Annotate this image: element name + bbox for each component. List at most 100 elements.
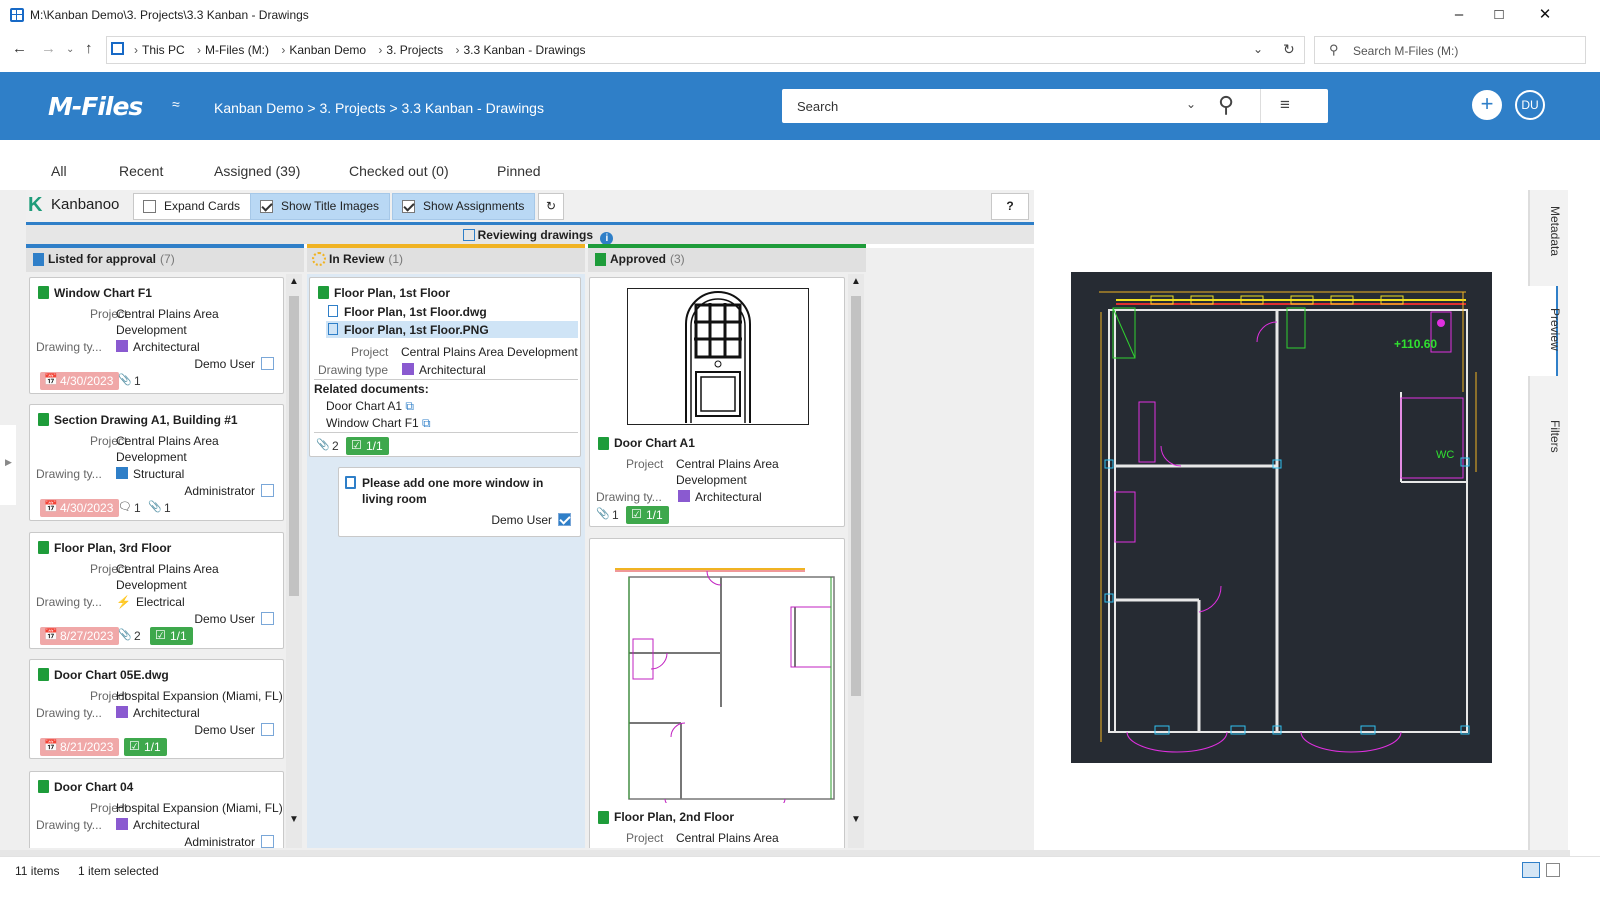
related-doc-link[interactable]: Window Chart F1 ⧉ bbox=[326, 416, 431, 431]
crumb-kanban-demo[interactable]: Kanban Demo bbox=[289, 43, 366, 57]
back-icon[interactable]: ← bbox=[12, 40, 27, 57]
assignment-checkbox[interactable] bbox=[261, 612, 274, 625]
scroll-down-icon[interactable]: ▼ bbox=[289, 814, 299, 825]
checklist-badge: ☑ 1/1 bbox=[626, 506, 669, 524]
checklist-badge: ☑ 1/1 bbox=[150, 627, 193, 645]
recent-locations-icon[interactable]: ⌄ bbox=[66, 44, 74, 55]
column-approved[interactable]: Approved (3) bbox=[588, 248, 866, 272]
architectural-icon bbox=[116, 706, 128, 718]
swimlane-title: Reviewing drawings bbox=[477, 228, 593, 242]
tab-all[interactable]: All bbox=[51, 163, 67, 179]
document-icon bbox=[598, 437, 609, 450]
related-doc-link[interactable]: Door Chart A1 ⧉ bbox=[326, 399, 414, 414]
assignment-checkbox[interactable] bbox=[261, 835, 274, 848]
assignment-checkbox[interactable] bbox=[558, 513, 571, 526]
maximize-button[interactable]: □ bbox=[1476, 0, 1522, 32]
assignment-checkbox[interactable] bbox=[261, 484, 274, 497]
scroll-thumb[interactable] bbox=[851, 296, 861, 696]
advanced-search-icon[interactable]: ≡ bbox=[1280, 95, 1290, 115]
scroll-up-icon[interactable]: ▲ bbox=[851, 276, 861, 287]
tab-checked-out[interactable]: Checked out (0) bbox=[349, 163, 449, 179]
search-dropdown-icon[interactable]: ⌄ bbox=[1186, 97, 1196, 111]
cad-elevation-label: +110.60 bbox=[1394, 337, 1437, 351]
forward-icon[interactable]: → bbox=[41, 40, 56, 57]
crumb-this-pc[interactable]: This PC bbox=[142, 43, 185, 57]
tab-assigned[interactable]: Assigned (39) bbox=[214, 163, 300, 179]
close-button[interactable]: ✕ bbox=[1522, 0, 1568, 32]
architectural-icon bbox=[116, 818, 128, 830]
user-avatar[interactable]: DU bbox=[1515, 90, 1545, 120]
scroll-up-icon[interactable]: ▲ bbox=[289, 276, 299, 287]
card-door-chart-04[interactable]: Door Chart 04 Project Hospital Expansion… bbox=[29, 771, 284, 848]
show-assignments-toggle[interactable]: Show Assignments bbox=[392, 193, 536, 220]
crumb-drawings[interactable]: 3.3 Kanban - Drawings bbox=[463, 43, 585, 57]
document-icon bbox=[38, 541, 49, 554]
crumb-mfiles[interactable]: M-Files (M:) bbox=[205, 43, 269, 57]
mfiles-search[interactable]: Search ⌄ ⚲ ≡ bbox=[782, 89, 1328, 123]
card-floor-plan-2nd[interactable]: Floor Plan, 2nd Floor Project Central Pl… bbox=[589, 538, 845, 848]
show-title-images-toggle[interactable]: Show Title Images bbox=[250, 193, 391, 220]
assignment-checkbox[interactable] bbox=[261, 723, 274, 736]
divider bbox=[314, 379, 578, 380]
attachment-badge: 📎 1 bbox=[118, 374, 141, 388]
explorer-search-box[interactable]: ⚲ Search M-Files (M:) bbox=[1314, 36, 1586, 64]
tab-preview[interactable]: Preview bbox=[1530, 308, 1562, 368]
address-bar[interactable]: › This PC › M-Files (M:) › Kanban Demo › 3. … bbox=[106, 36, 1305, 64]
mfiles-search-placeholder: Search bbox=[797, 99, 839, 114]
refresh-icon[interactable]: ↻ bbox=[1283, 41, 1295, 58]
comment-icon: 🗨 bbox=[118, 501, 132, 513]
up-icon[interactable]: ↑ bbox=[85, 40, 93, 57]
card-floor-plan-1st[interactable]: Floor Plan, 1st Floor Floor Plan, 1st Fl… bbox=[309, 277, 581, 457]
assignment-checkbox[interactable] bbox=[261, 357, 274, 370]
show-assignments-checkbox[interactable] bbox=[402, 200, 415, 213]
left-pane-toggle[interactable]: ▶ bbox=[0, 425, 16, 505]
project-value: Central Plains Area bbox=[676, 831, 779, 845]
project-value-cont: Development bbox=[116, 578, 187, 592]
search-icon[interactable]: ⚲ bbox=[1218, 92, 1234, 118]
attachment-badge: 📎 2 bbox=[118, 629, 141, 643]
paperclip-icon: 📎 bbox=[316, 439, 330, 451]
expand-cards-checkbox[interactable] bbox=[143, 200, 156, 213]
tab-recent[interactable]: Recent bbox=[119, 163, 163, 179]
chevron-right-icon: ▶ bbox=[5, 457, 12, 467]
card-window-chart-f1[interactable]: Window Chart F1 Project Central Plains A… bbox=[29, 277, 284, 394]
card-floor-plan-3rd[interactable]: Floor Plan, 3rd Floor Project Central Pl… bbox=[29, 532, 284, 649]
expand-cards-toggle[interactable]: Expand Cards bbox=[133, 193, 252, 220]
column-listed-for-approval[interactable]: Listed for approval (7) bbox=[26, 248, 304, 272]
drawing-type-label: Drawing ty... bbox=[36, 818, 102, 832]
column-scrollbar[interactable]: ▲ ▼ bbox=[848, 274, 864, 848]
column-approved-body: Door Chart A1 Project Central Plains Are… bbox=[588, 274, 866, 848]
deadline-badge: 📅 4/30/2023 bbox=[40, 499, 120, 517]
column-in-review[interactable]: In Review (1) bbox=[307, 248, 585, 272]
tab-metadata[interactable]: Metadata bbox=[1530, 206, 1562, 276]
card-door-chart-05e[interactable]: Door Chart 05E.dwg Project Hospital Expa… bbox=[29, 659, 284, 759]
refresh-board-icon[interactable]: ↻ bbox=[538, 193, 565, 220]
header-path: Kanban Demo > 3. Projects > 3.3 Kanban -… bbox=[214, 100, 544, 116]
selection-count: 1 item selected bbox=[78, 864, 159, 878]
project-value-cont: Development bbox=[116, 323, 187, 337]
crumb-projects[interactable]: 3. Projects bbox=[386, 43, 443, 57]
card-section-drawing-a1[interactable]: Section Drawing A1, Building #1 Project … bbox=[29, 404, 284, 521]
create-new-icon[interactable]: + bbox=[1472, 90, 1502, 120]
kanban-area: ▶ K Kanbanoo Expand Cards Show Title Ima… bbox=[0, 190, 1058, 880]
show-title-images-checkbox[interactable] bbox=[260, 200, 273, 213]
address-dropdown-icon[interactable]: ⌄ bbox=[1253, 42, 1263, 56]
column-scrollbar[interactable]: ▲ ▼ bbox=[286, 274, 302, 848]
cad-floor-plan-preview[interactable]: +110.60 WC bbox=[1071, 272, 1492, 763]
tab-filters[interactable]: Filters bbox=[1530, 420, 1562, 470]
external-link-icon: ⧉ bbox=[422, 416, 431, 430]
assignment-card[interactable]: Please add one more window in living roo… bbox=[338, 467, 581, 537]
card-title: Floor Plan, 1st Floor bbox=[334, 286, 451, 300]
large-icons-view-icon[interactable] bbox=[1546, 863, 1560, 877]
scroll-down-icon[interactable]: ▼ bbox=[851, 814, 861, 825]
scroll-thumb[interactable] bbox=[289, 296, 299, 596]
document-icon bbox=[38, 413, 49, 426]
project-value: Central Plains Area bbox=[116, 434, 219, 448]
help-button[interactable]: ? bbox=[991, 193, 1029, 220]
drawing-type-label: Drawing ty... bbox=[36, 706, 102, 720]
tab-pinned[interactable]: Pinned bbox=[497, 163, 541, 179]
file-png[interactable]: Floor Plan, 1st Floor.PNG bbox=[326, 321, 578, 338]
file-dwg[interactable]: Floor Plan, 1st Floor.dwg bbox=[326, 304, 578, 320]
details-view-icon[interactable] bbox=[1522, 862, 1540, 878]
card-door-chart-a1[interactable]: Door Chart A1 Project Central Plains Are… bbox=[589, 277, 845, 527]
